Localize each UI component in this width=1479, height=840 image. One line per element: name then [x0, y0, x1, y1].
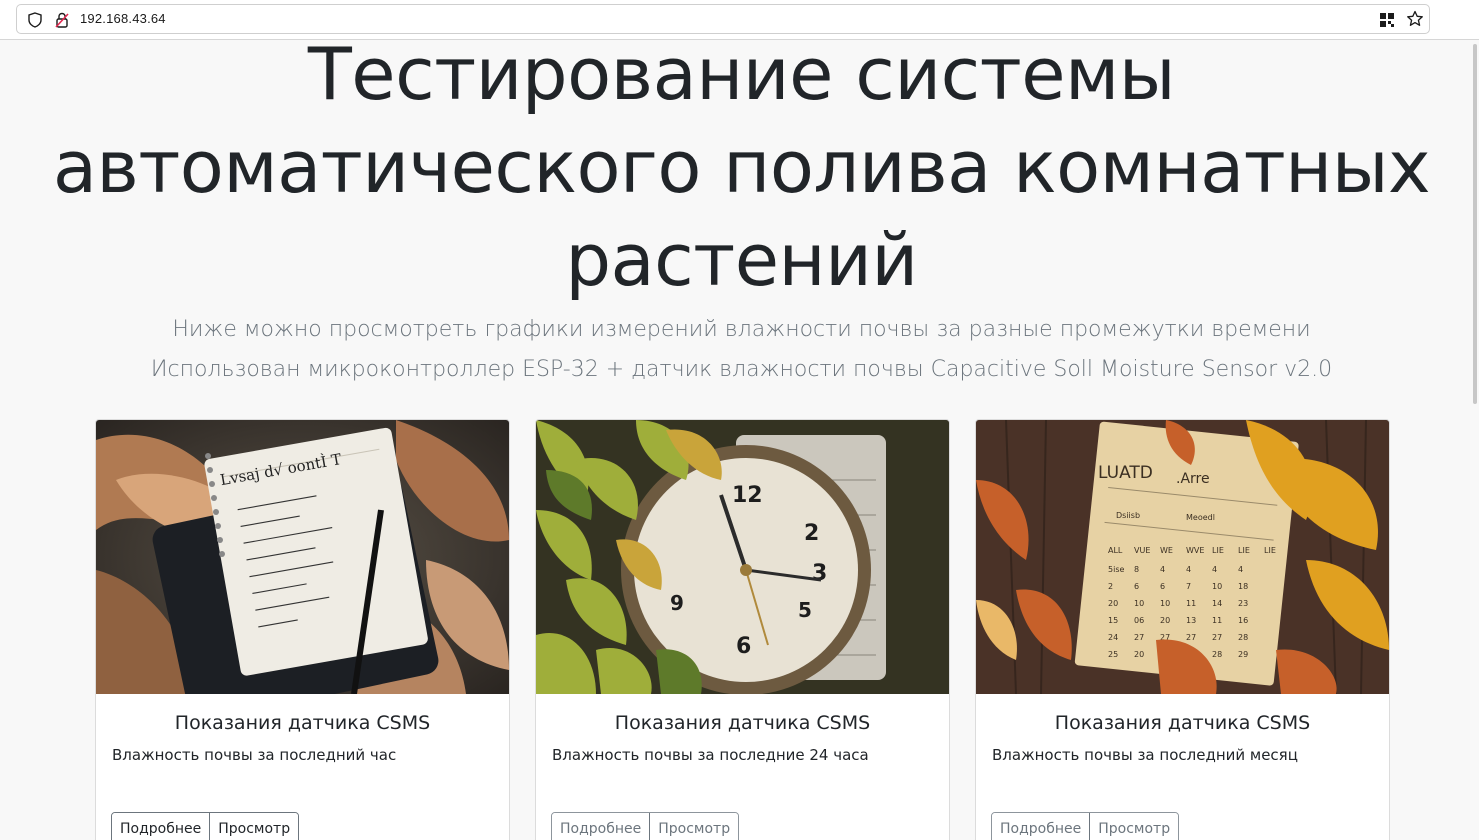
- card-last-month: LUATD .Arre Dsiisb Meoedl ALL VUE WE WVE LIE…: [975, 419, 1390, 840]
- calendar-day: 15: [1108, 616, 1118, 625]
- calendar-day: 28: [1238, 633, 1248, 642]
- bookmark-star-icon[interactable]: [1406, 10, 1424, 28]
- details-button[interactable]: Подробнее: [112, 813, 210, 840]
- calendar-day: 10: [1134, 599, 1144, 608]
- calendar-day: 4: [1160, 565, 1165, 574]
- calendar-day: 28: [1212, 650, 1222, 659]
- card-last-24-hours: 12 2 3 5 6 9 Показания датчика CSMS Влаж…: [535, 419, 950, 840]
- calendar-day: 23: [1238, 599, 1248, 608]
- calendar-weekday: ALL: [1108, 546, 1123, 555]
- card-button-group: Подробнее Просмотр: [551, 812, 740, 840]
- card-image-notebook: Lvsaj d√ oontÌ T: [96, 420, 509, 694]
- card-title: Показания датчика CSMS: [1054, 712, 1311, 734]
- qr-code-icon[interactable]: [1379, 12, 1395, 28]
- calendar-day: 25: [1108, 650, 1118, 659]
- calendar-day: 20: [1160, 616, 1170, 625]
- calendar-day: 20: [1134, 650, 1144, 659]
- details-button[interactable]: Подробнее: [992, 813, 1090, 840]
- calendar-heading-1: LUATD: [1098, 463, 1153, 483]
- view-button[interactable]: Просмотр: [1089, 813, 1179, 840]
- calendar-day: 27: [1186, 633, 1196, 642]
- clock-number-3: 3: [812, 561, 827, 586]
- card-text: Влажность почвы за последний месяц: [992, 746, 1298, 764]
- view-button[interactable]: Просмотр: [649, 813, 739, 840]
- calendar-day: 16: [1238, 616, 1248, 625]
- calendar-weekday: LIE: [1264, 546, 1276, 555]
- card-text: Влажность почвы за последний час: [112, 746, 397, 764]
- shield-icon[interactable]: [27, 12, 43, 28]
- url-text[interactable]: 192.168.43.64: [80, 11, 166, 26]
- card-title: Показания датчика CSMS: [614, 712, 871, 734]
- calendar-day: 13: [1186, 616, 1196, 625]
- calendar-day: 7: [1186, 582, 1191, 591]
- details-button[interactable]: Подробнее: [552, 813, 650, 840]
- clock-number-9: 9: [670, 591, 684, 615]
- view-button[interactable]: Просмотр: [209, 813, 299, 840]
- calendar-weekday: VUE: [1134, 546, 1150, 555]
- calendar-day: 06: [1134, 616, 1144, 625]
- calendar-weekday: LIE: [1212, 546, 1224, 555]
- calendar-weekday: WVE: [1186, 546, 1204, 555]
- calendar-weekday: LIE: [1238, 546, 1250, 555]
- lead-line-2: Использован микроконтроллер ESP-32 + дат…: [150, 357, 1333, 382]
- card-button-group: Подробнее Просмотр: [991, 812, 1180, 840]
- calendar-day: 24: [1108, 633, 1118, 642]
- page-scrollbar-thumb[interactable]: [1473, 44, 1477, 404]
- page-title: Тестирование системы автоматического пол…: [52, 32, 1431, 302]
- clock-number-12: 12: [732, 483, 763, 508]
- calendar-day: 6: [1134, 582, 1139, 591]
- calendar-day: 8: [1134, 565, 1139, 574]
- calendar-day: 29: [1238, 650, 1248, 659]
- calendar-day: 27: [1212, 633, 1222, 642]
- calendar-day: 6: [1160, 582, 1165, 591]
- calendar-day: 20: [1108, 599, 1118, 608]
- calendar-day: 18: [1238, 582, 1248, 591]
- calendar-day: 11: [1186, 599, 1196, 608]
- card-button-group: Подробнее Просмотр: [111, 812, 300, 840]
- calendar-subheading-1: Dsiisb: [1116, 511, 1140, 520]
- card-image-clock: 12 2 3 5 6 9: [536, 420, 949, 694]
- lead-line-1: Ниже можно просмотреть графики измерений…: [172, 317, 1311, 342]
- card-text: Влажность почвы за последние 24 часа: [552, 746, 869, 764]
- calendar-subheading-2: Meoedl: [1186, 513, 1215, 522]
- calendar-day: 27: [1134, 633, 1144, 642]
- calendar-day: 4: [1238, 565, 1243, 574]
- clock-number-2: 2: [804, 521, 819, 546]
- calendar-day: 5ise: [1108, 565, 1124, 574]
- card-image-calendar: LUATD .Arre Dsiisb Meoedl ALL VUE WE WVE LIE…: [976, 420, 1389, 694]
- cards-grid: Lvsaj d√ oontÌ T Показания датчика CSMS …: [0, 419, 1467, 840]
- calendar-day: 4: [1212, 565, 1217, 574]
- calendar-day: 11: [1212, 616, 1222, 625]
- card-title: Показания датчика CSMS: [174, 712, 431, 734]
- hero-lead: Ниже можно просмотреть графики измерений…: [0, 310, 1479, 390]
- clock-number-6: 6: [736, 634, 751, 659]
- calendar-heading-2: .Arre: [1176, 471, 1210, 487]
- calendar-day: 4: [1186, 565, 1191, 574]
- calendar-day: 10: [1212, 582, 1222, 591]
- calendar-weekday: WE: [1160, 546, 1173, 555]
- card-last-hour: Lvsaj d√ oontÌ T Показания датчика CSMS …: [95, 419, 510, 840]
- lock-insecure-icon[interactable]: [54, 11, 70, 29]
- calendar-day: 14: [1212, 599, 1222, 608]
- calendar-day: 2: [1108, 582, 1113, 591]
- clock-number-5: 5: [798, 598, 812, 622]
- hero-section: Тестирование системы автоматического пол…: [0, 32, 1467, 400]
- calendar-day: 10: [1160, 599, 1170, 608]
